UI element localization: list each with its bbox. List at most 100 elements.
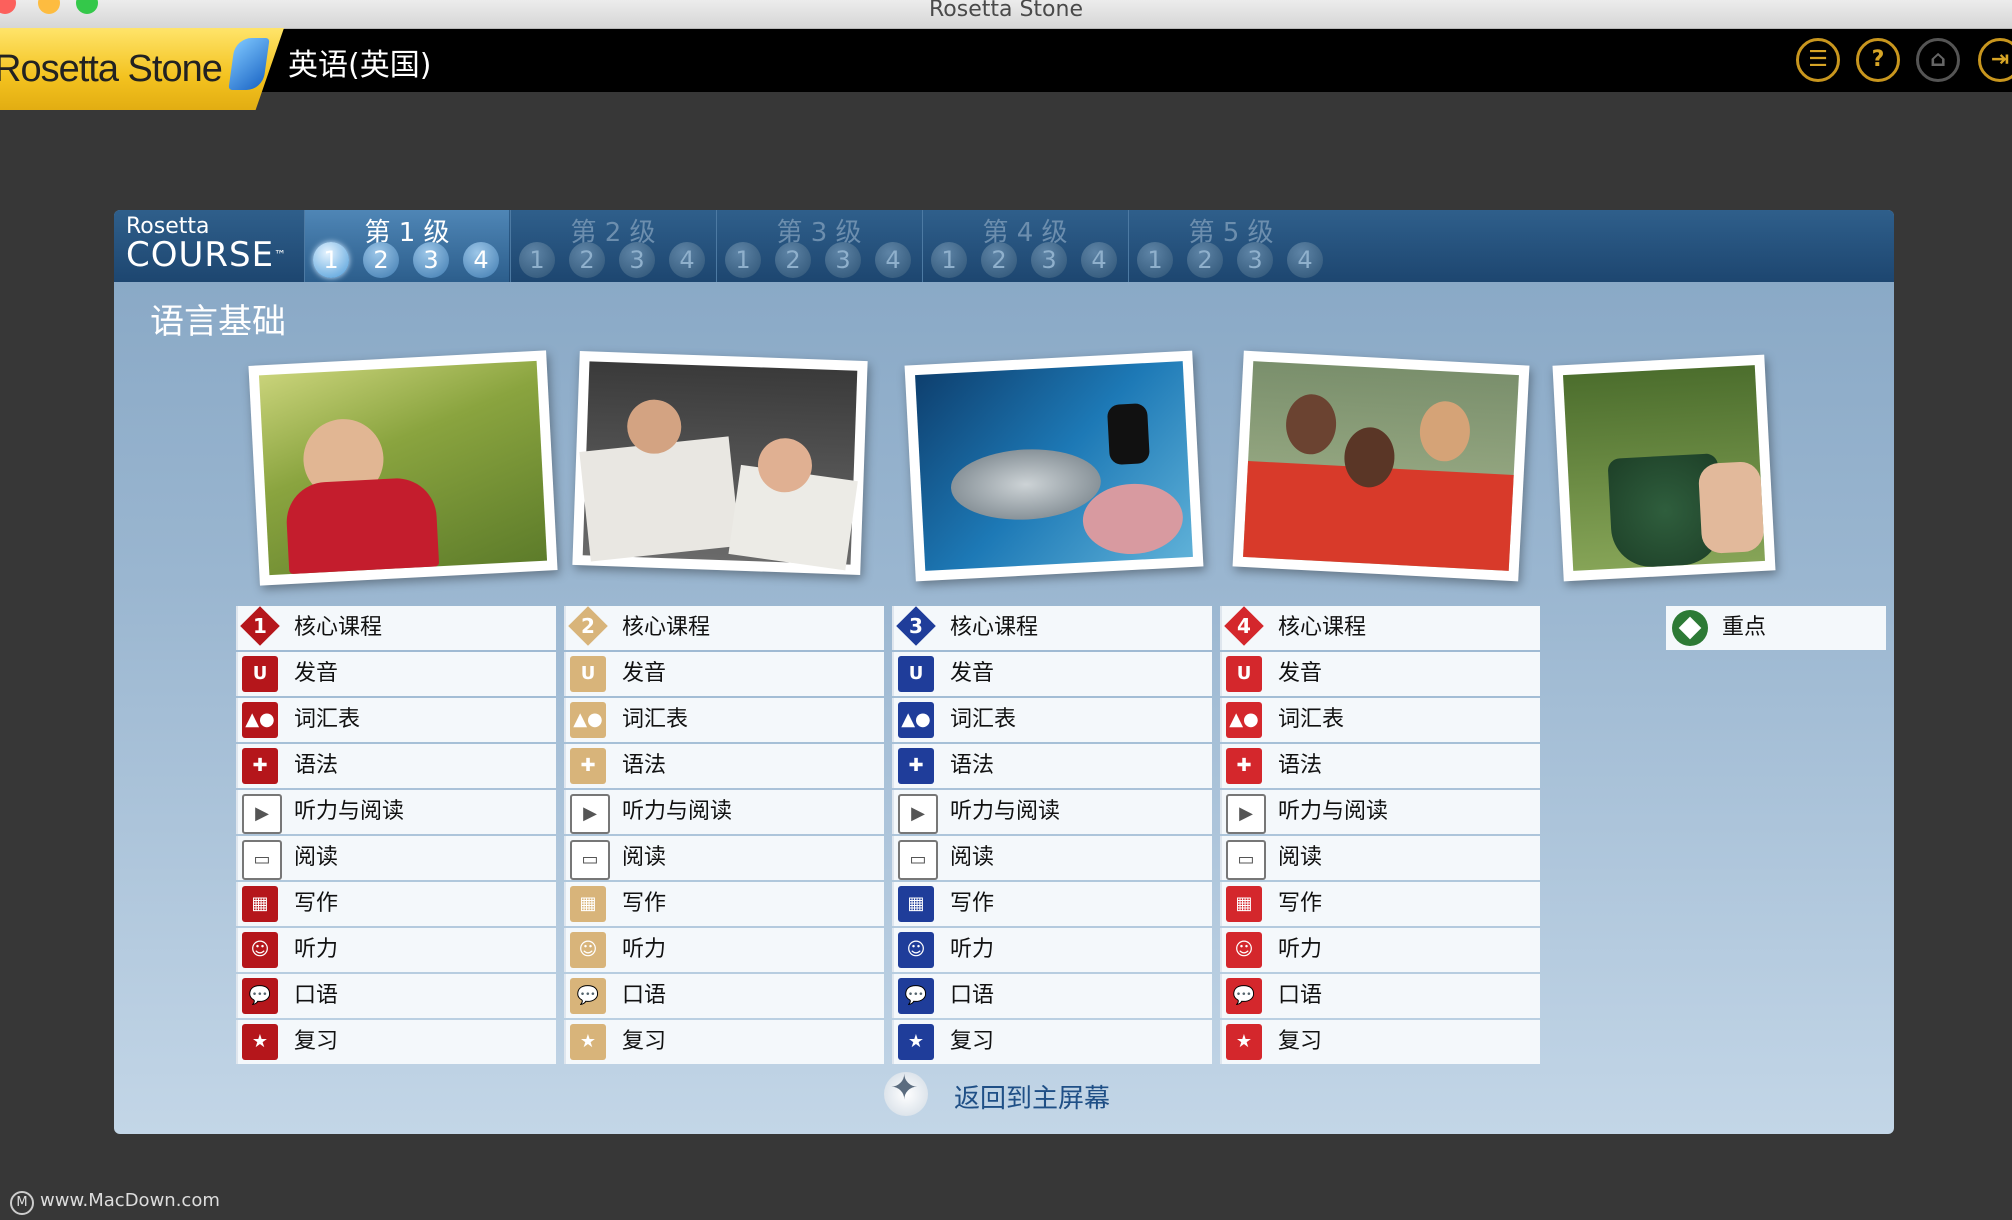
lesson-3-item[interactable]: 3 核心课程 <box>892 606 1212 650</box>
lesson-item-label: 语法 <box>950 753 995 778</box>
level-2-unit-1-button[interactable]: 1 <box>519 242 555 278</box>
zoom-window-button[interactable] <box>76 0 98 14</box>
lesson-2-item[interactable]: ▦ 写作 <box>564 882 884 926</box>
lesson-4-item[interactable]: ★ 复习 <box>1220 1020 1540 1064</box>
lesson-item-label: 核心课程 <box>950 615 1039 640</box>
help-icon[interactable]: ? <box>1856 38 1900 82</box>
lesson-1-item[interactable]: ☺ 听力 <box>236 928 556 972</box>
lesson-3-item[interactable]: ★ 复习 <box>892 1020 1212 1064</box>
lesson-item-label: 复习 <box>622 1029 667 1054</box>
lesson-3-item[interactable]: ✚ 语法 <box>892 744 1212 788</box>
lesson-item-label: 听力 <box>950 937 995 962</box>
lesson-3-item[interactable]: 💬 口语 <box>892 974 1212 1018</box>
lesson-1-item[interactable]: ▶ 听力与阅读 <box>236 790 556 834</box>
return-to-home-link[interactable]: 返回到主屏幕 <box>884 1068 1284 1120</box>
core-lesson-icon: 2 <box>568 606 608 646</box>
lesson-4-item[interactable]: ☺ 听力 <box>1220 928 1540 972</box>
level-3-unit-4-button[interactable]: 4 <box>875 242 911 278</box>
level-1-unit-3-button[interactable]: 3 <box>413 242 449 278</box>
rosetta-course-logo: Rosetta COURSE™ <box>126 214 288 275</box>
lesson-2-item[interactable]: U 发音 <box>564 652 884 696</box>
lesson-item-label: 口语 <box>1278 983 1323 1008</box>
lesson-2-item[interactable]: ▶ 听力与阅读 <box>564 790 884 834</box>
level-2-unit-2-button[interactable]: 2 <box>569 242 605 278</box>
lesson-3-item[interactable]: ☺ 听力 <box>892 928 1212 972</box>
level-2-unit-4-button[interactable]: 4 <box>669 242 705 278</box>
level-4-unit-3-button[interactable]: 3 <box>1031 242 1067 278</box>
return-to-home-label: 返回到主屏幕 <box>954 1084 1111 1114</box>
level-5-unit-1-button[interactable]: 1 <box>1137 242 1173 278</box>
focus-photo[interactable] <box>1552 354 1776 582</box>
lesson-2-item[interactable]: 💬 口语 <box>564 974 884 1018</box>
lesson-2-item[interactable]: ▭ 阅读 <box>564 836 884 880</box>
level-1-tab[interactable]: 第 1 级1234 <box>304 210 509 282</box>
lesson-item-label: 阅读 <box>294 845 339 870</box>
grammar-icon: ✚ <box>1226 748 1262 784</box>
level-3-unit-2-button[interactable]: 2 <box>775 242 811 278</box>
lesson-1-photo[interactable] <box>248 350 558 586</box>
speaking-icon: 💬 <box>242 978 278 1014</box>
level-1-unit-2-button[interactable]: 2 <box>363 242 399 278</box>
lesson-1-item[interactable]: ✚ 语法 <box>236 744 556 788</box>
lesson-4-item[interactable]: ▭ 阅读 <box>1220 836 1540 880</box>
lesson-4-photo[interactable] <box>1232 350 1530 582</box>
lesson-3-item[interactable]: ▭ 阅读 <box>892 836 1212 880</box>
level-2-tab[interactable]: 第 2 级1234 <box>510 210 715 282</box>
level-5-unit-4-button[interactable]: 4 <box>1287 242 1323 278</box>
lesson-3-item[interactable]: ▶ 听力与阅读 <box>892 790 1212 834</box>
lesson-1-item[interactable]: 1 核心课程 <box>236 606 556 650</box>
close-window-button[interactable] <box>0 0 16 14</box>
lesson-1-item[interactable]: ▦ 写作 <box>236 882 556 926</box>
lesson-4-item[interactable]: 💬 口语 <box>1220 974 1540 1018</box>
lesson-item-label: 写作 <box>622 891 667 916</box>
level-1-unit-4-button[interactable]: 4 <box>463 242 499 278</box>
reading-icon: ▭ <box>898 840 938 880</box>
lesson-2-item[interactable]: ✚ 语法 <box>564 744 884 788</box>
brand-stone: Stone <box>127 48 223 90</box>
level-3-tab[interactable]: 第 3 级1234 <box>716 210 921 282</box>
listening-icon: ☺ <box>898 932 934 968</box>
lesson-4-item[interactable]: U 发音 <box>1220 652 1540 696</box>
level-5-unit-3-button[interactable]: 3 <box>1237 242 1273 278</box>
home-icon[interactable]: ⌂ <box>1916 38 1960 82</box>
lesson-3-photo[interactable] <box>904 350 1204 582</box>
level-5-tab[interactable]: 第 5 级1234 <box>1128 210 1333 282</box>
lesson-3-item[interactable]: ▦ 写作 <box>892 882 1212 926</box>
lesson-4-item[interactable]: ✚ 语法 <box>1220 744 1540 788</box>
lesson-4-column: 4 核心课程 U 发音 ▲● 词汇表 ✚ 语法 ▶ 听力与阅读 ▭ 阅读 ▦ 写作 ☺ 听力 💬 口语 ★ 复习 <box>1220 606 1540 1066</box>
lesson-3-item[interactable]: ▲● 词汇表 <box>892 698 1212 742</box>
lesson-2-photo[interactable] <box>572 351 868 575</box>
review-icon: ★ <box>242 1024 278 1060</box>
lesson-item-label: 核心课程 <box>622 615 711 640</box>
lesson-4-item[interactable]: ▲● 词汇表 <box>1220 698 1540 742</box>
lesson-1-item[interactable]: U 发音 <box>236 652 556 696</box>
lesson-3-item[interactable]: U 发音 <box>892 652 1212 696</box>
lesson-1-item[interactable]: ▲● 词汇表 <box>236 698 556 742</box>
lesson-4-item[interactable]: 4 核心课程 <box>1220 606 1540 650</box>
lesson-2-item[interactable]: 2 核心课程 <box>564 606 884 650</box>
lesson-1-item[interactable]: ▭ 阅读 <box>236 836 556 880</box>
minimize-window-button[interactable] <box>38 0 60 14</box>
lesson-1-item[interactable]: 💬 口语 <box>236 974 556 1018</box>
writing-icon: ▦ <box>1226 886 1262 922</box>
level-5-unit-2-button[interactable]: 2 <box>1187 242 1223 278</box>
level-3-unit-3-button[interactable]: 3 <box>825 242 861 278</box>
level-4-unit-4-button[interactable]: 4 <box>1081 242 1117 278</box>
level-2-unit-3-button[interactable]: 3 <box>619 242 655 278</box>
level-1-unit-1-button[interactable]: 1 <box>313 242 349 278</box>
lesson-2-item[interactable]: ▲● 词汇表 <box>564 698 884 742</box>
watermark: Mwww.MacDown.com <box>10 1190 220 1215</box>
lesson-2-item[interactable]: ★ 复习 <box>564 1020 884 1064</box>
lesson-4-item[interactable]: ▶ 听力与阅读 <box>1220 790 1540 834</box>
focus-item[interactable]: 重点 <box>1666 606 1886 650</box>
lesson-2-item[interactable]: ☺ 听力 <box>564 928 884 972</box>
level-3-unit-1-button[interactable]: 1 <box>725 242 761 278</box>
lesson-4-item[interactable]: ▦ 写作 <box>1220 882 1540 926</box>
lesson-item-label: 核心课程 <box>294 615 383 640</box>
menu-icon[interactable]: ☰ <box>1796 38 1840 82</box>
lesson-1-item[interactable]: ★ 复习 <box>236 1020 556 1064</box>
level-4-unit-2-button[interactable]: 2 <box>981 242 1017 278</box>
level-4-tab[interactable]: 第 4 级1234 <box>922 210 1127 282</box>
level-4-unit-1-button[interactable]: 1 <box>931 242 967 278</box>
brand-name: osetta <box>20 48 119 90</box>
